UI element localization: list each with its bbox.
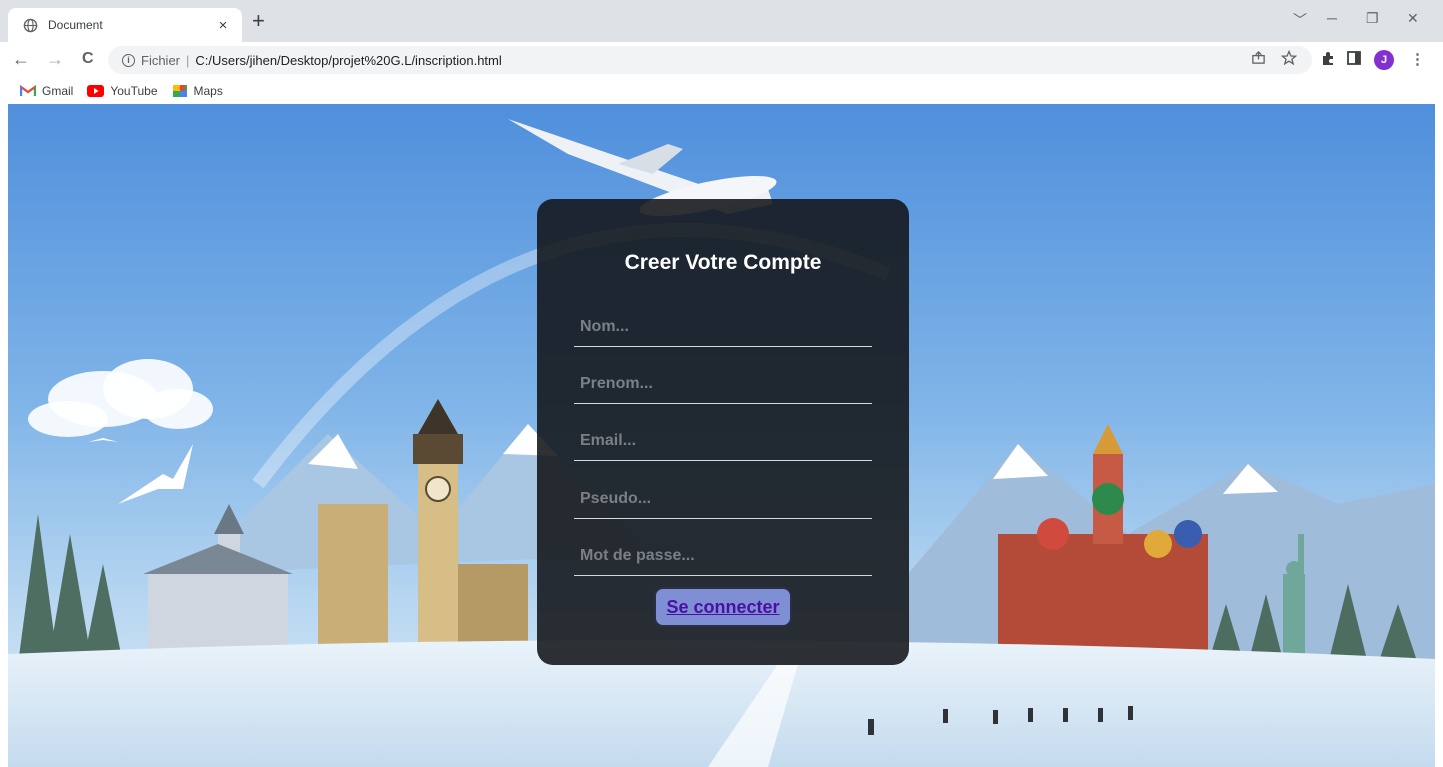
restore-icon[interactable]: ❐: [1366, 10, 1379, 27]
forward-icon[interactable]: →: [46, 48, 64, 70]
back-icon[interactable]: ←: [12, 48, 30, 70]
url-text: C:/Users/jihen/Desktop/projet%20G.L/insc…: [195, 52, 502, 68]
youtube-icon: [87, 85, 105, 97]
bookmark-label: YouTube: [110, 84, 158, 98]
scheme-label: Fichier: [141, 52, 181, 68]
nom-field: [574, 307, 872, 347]
bookmarks-bar: Gmail YouTube Maps: [0, 78, 1443, 104]
pseudo-field: [574, 479, 872, 519]
new-tab-button[interactable]: +: [252, 10, 265, 32]
bookmark-label: Gmail: [42, 84, 74, 98]
connect-button[interactable]: Se connecter: [654, 587, 792, 627]
address-bar[interactable]: i Fichier | C:/Users/jihen/Desktop/proje…: [108, 46, 1312, 74]
profile-avatar[interactable]: J: [1374, 50, 1394, 70]
bookmark-star-icon[interactable]: [1280, 49, 1298, 70]
info-icon[interactable]: i: [122, 53, 135, 67]
tab-strip: Document × + ﹀ ─ ❐ ✕: [0, 0, 1443, 42]
reload-icon[interactable]: C: [82, 48, 94, 70]
bookmark-youtube[interactable]: YouTube: [87, 84, 158, 98]
browser-toolbar: ← → C i Fichier | C:/Users/jihen/Desktop…: [0, 42, 1443, 78]
tab-title: Document: [48, 18, 103, 32]
tab-search-icon[interactable]: ﹀: [1293, 10, 1307, 30]
signup-form-card: Creer Votre Compte Se connecter: [537, 199, 909, 665]
globe-icon: [22, 17, 38, 33]
gmail-icon: [20, 85, 36, 97]
form-title: Creer Votre Compte: [624, 251, 822, 274]
password-input[interactable]: [574, 536, 872, 575]
page-viewport: Creer Votre Compte Se connecter: [8, 104, 1435, 767]
address-separator: |: [186, 52, 190, 68]
bookmark-maps[interactable]: Maps: [172, 83, 223, 99]
close-window-icon[interactable]: ✕: [1407, 10, 1419, 27]
share-icon[interactable]: [1251, 50, 1266, 69]
tab-close-icon[interactable]: ×: [214, 17, 232, 34]
pseudo-input[interactable]: [574, 479, 872, 518]
email-input[interactable]: [574, 421, 872, 460]
menu-icon[interactable]: ⋮: [1410, 50, 1425, 68]
prenom-field: [574, 364, 872, 404]
email-field: [574, 421, 872, 461]
password-field: [574, 536, 872, 576]
bookmark-gmail[interactable]: Gmail: [20, 84, 73, 98]
extensions-icon[interactable]: [1320, 50, 1336, 70]
minimize-icon[interactable]: ─: [1327, 10, 1337, 26]
bookmark-label: Maps: [193, 84, 223, 98]
maps-icon: [172, 83, 188, 99]
nom-input[interactable]: [574, 307, 872, 346]
tab-document[interactable]: Document ×: [8, 8, 242, 42]
side-panel-icon[interactable]: [1346, 50, 1362, 70]
prenom-input[interactable]: [574, 364, 872, 403]
